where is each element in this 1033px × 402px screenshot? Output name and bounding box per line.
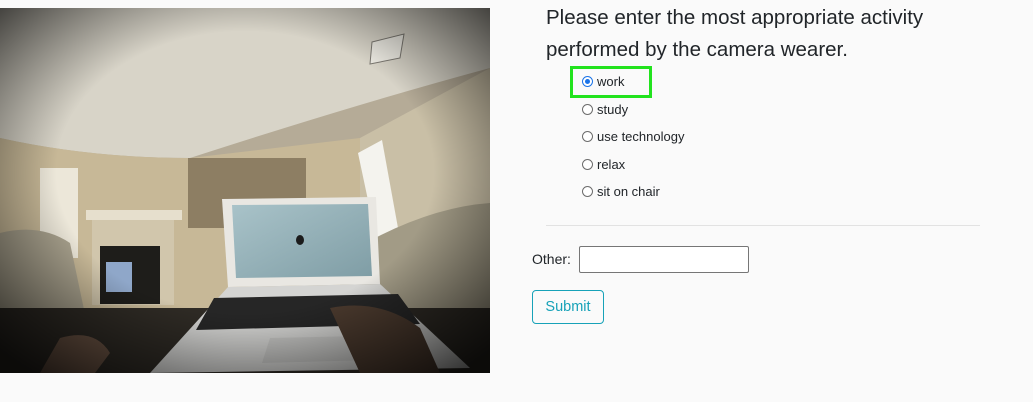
other-label: Other:: [532, 251, 571, 267]
radio-relax[interactable]: [582, 158, 593, 170]
option-relax[interactable]: relax: [582, 151, 684, 179]
submit-button[interactable]: Submit: [532, 290, 604, 324]
option-label-relax: relax: [597, 156, 626, 172]
option-label-study: study: [597, 101, 629, 117]
other-input[interactable]: [579, 246, 749, 273]
option-label-sit-on-chair: sit on chair: [597, 184, 660, 200]
question-text: Please enter the most appropriate activi…: [546, 2, 986, 66]
option-sit-on-chair[interactable]: sit on chair: [582, 178, 684, 206]
option-study[interactable]: study: [582, 96, 684, 124]
question-line-1: Please enter the most appropriate activi…: [546, 6, 924, 29]
radio-study[interactable]: [582, 103, 593, 115]
option-label-use-technology: use technology: [597, 129, 685, 145]
radio-use-technology[interactable]: [582, 131, 593, 143]
egocentric-camera-image: [0, 8, 490, 373]
radio-sit-on-chair[interactable]: [582, 186, 593, 198]
selection-highlight-box: [570, 66, 652, 98]
divider: [546, 225, 980, 226]
question-line-2: performed by the camera wearer.: [546, 38, 848, 61]
option-use-technology[interactable]: use technology: [582, 123, 684, 151]
